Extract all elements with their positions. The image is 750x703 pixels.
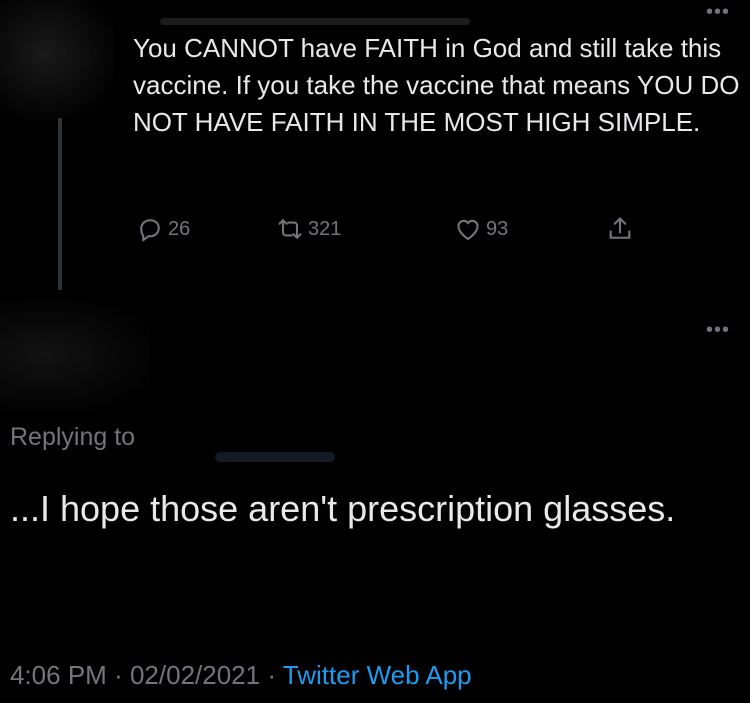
more-horizontal-icon[interactable]: ••• xyxy=(706,320,730,340)
redacted-author-name xyxy=(160,18,470,25)
meta-separator: · xyxy=(114,660,123,690)
retweet-count: 321 xyxy=(308,217,342,240)
reply-count: 26 xyxy=(168,217,191,240)
original-tweet-text: You CANNOT have FAITH in God and still t… xyxy=(133,33,740,137)
tweet-source-link[interactable]: Twitter Web App xyxy=(283,660,472,690)
meta-separator: · xyxy=(267,660,277,690)
original-author-avatar[interactable] xyxy=(0,0,115,120)
redacted-handle-link[interactable] xyxy=(215,452,335,462)
like-count: 93 xyxy=(486,217,509,240)
share-upload-icon xyxy=(609,217,631,239)
tweet-time[interactable]: 4:06 PM xyxy=(10,660,107,690)
reply-author-avatar[interactable] xyxy=(0,300,150,410)
replying-to-label: Replying to xyxy=(10,423,136,451)
more-horizontal-icon[interactable]: ••• xyxy=(706,2,730,22)
like-button[interactable]: 93 xyxy=(454,215,508,243)
thread-connector-line xyxy=(58,118,62,290)
retweet-arrows-icon xyxy=(278,219,302,239)
share-button[interactable] xyxy=(606,215,638,243)
tweet-metadata: 4:06 PM · 02/02/2021 · Twitter Web App xyxy=(10,660,472,691)
reply-tweet-text: ...I hope those aren't prescription glas… xyxy=(10,488,676,529)
heart-icon xyxy=(457,219,479,240)
retweet-button[interactable]: 321 xyxy=(276,215,341,243)
reply-button[interactable]: 26 xyxy=(136,215,190,243)
tweet-action-bar: 26 321 93 xyxy=(136,215,656,255)
speech-bubble-icon xyxy=(140,219,160,242)
tweet-date[interactable]: 02/02/2021 xyxy=(130,660,260,690)
